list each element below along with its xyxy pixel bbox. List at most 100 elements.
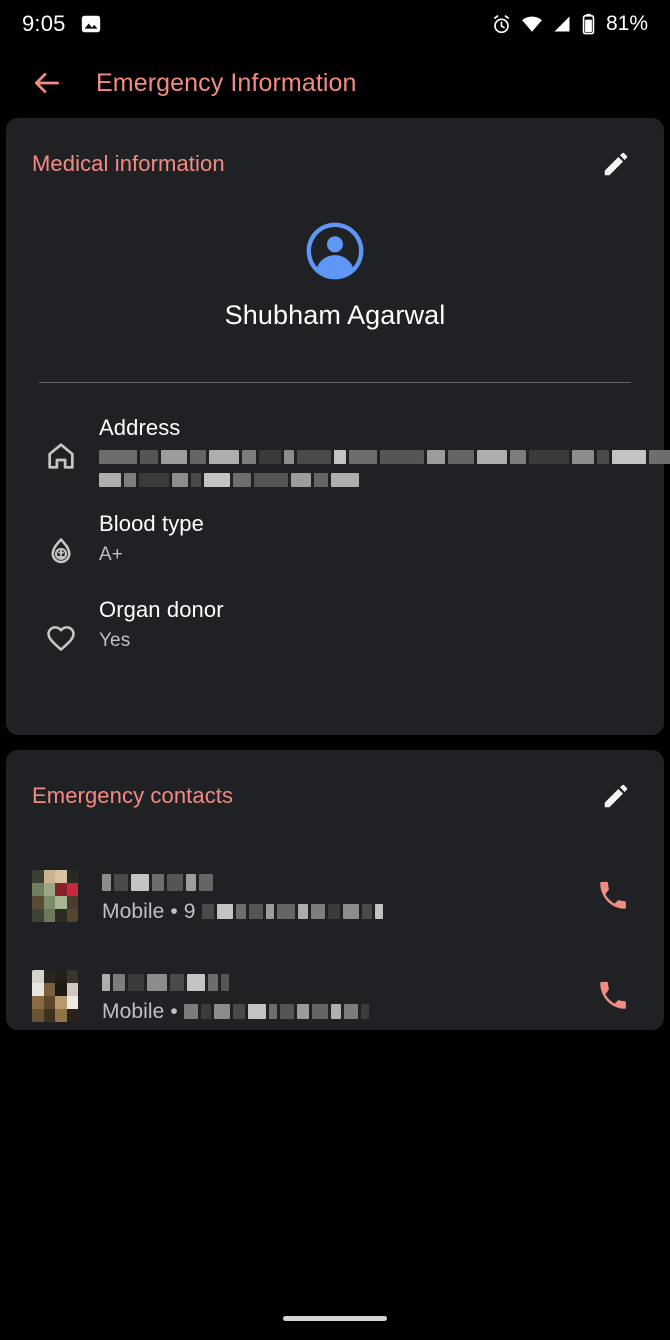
avatar-pixel — [43, 870, 55, 883]
redacted-block — [427, 450, 445, 464]
redacted-block — [311, 1004, 328, 1019]
avatar-pixel — [66, 883, 78, 896]
redacted-block — [99, 473, 121, 487]
redacted-block — [448, 450, 474, 464]
app-bar: Emergency Information — [0, 48, 670, 118]
redacted-block — [208, 973, 218, 991]
avatar-pixel — [32, 996, 44, 1009]
info-row-organ-donor[interactable]: Organ donor Yes — [6, 587, 664, 673]
emergency-contacts-card: Emergency contacts Mobile • 9 Mobile • — [6, 750, 664, 1030]
redacted-block — [247, 1004, 266, 1019]
redacted-block — [199, 873, 213, 891]
contact-subtitle-label: Mobile • — [102, 999, 178, 1023]
phone-icon — [596, 879, 630, 913]
avatar-pixel — [55, 909, 67, 922]
redacted-block — [131, 873, 149, 891]
redacted-block — [216, 904, 233, 919]
wifi-icon — [521, 13, 543, 35]
medical-information-card: Medical information Shubham Agarwal Addr… — [6, 118, 670, 735]
contact-avatar — [32, 870, 78, 922]
status-bar-right: 81% — [491, 12, 648, 36]
info-row-organ-donor-body: Organ donor Yes — [90, 597, 638, 652]
redacted-block — [297, 904, 308, 919]
avatar-pixel — [43, 970, 55, 983]
redacted-block — [204, 473, 230, 487]
redacted-block — [191, 473, 201, 487]
avatar — [304, 220, 366, 282]
status-clock: 9:05 — [22, 11, 66, 36]
redacted-block — [361, 904, 372, 919]
avatar-pixel — [66, 996, 78, 1009]
redacted-block — [209, 450, 239, 464]
avatar-pixel — [55, 996, 67, 1009]
back-button[interactable] — [24, 60, 70, 106]
info-row-blood-type[interactable]: Blood type A+ — [6, 501, 664, 587]
avatar-pixel — [32, 1009, 44, 1022]
redacted-block — [296, 1004, 309, 1019]
edit-emergency-contacts-button[interactable] — [594, 774, 638, 818]
redacted-block — [242, 450, 256, 464]
edit-medical-information-button[interactable] — [594, 142, 638, 186]
redacted-block — [235, 904, 246, 919]
system-navigation-bar — [0, 1296, 670, 1340]
redacted-block — [233, 473, 251, 487]
call-contact-button[interactable] — [588, 971, 638, 1021]
page-title: Emergency Information — [96, 68, 357, 97]
redacted-text-line — [99, 473, 670, 487]
redacted-block — [183, 1004, 198, 1019]
info-row-blood-type-value: A+ — [99, 544, 123, 565]
status-bar-left: 9:05 — [22, 11, 102, 37]
battery-icon — [581, 13, 596, 35]
redacted-block — [102, 973, 110, 991]
redacted-block — [102, 873, 111, 891]
medical-card-header: Medical information — [6, 118, 664, 210]
contact-row[interactable]: Mobile • 9 — [6, 846, 664, 946]
redacted-block — [360, 1004, 369, 1019]
redacted-block — [380, 450, 424, 464]
redacted-text-line — [99, 450, 670, 464]
redacted-block — [327, 904, 340, 919]
redacted-block — [128, 973, 144, 991]
phone-screen: 9:05 81% Emergency Information Medical i… — [0, 0, 670, 1340]
home-icon — [32, 415, 90, 473]
back-arrow-icon — [31, 67, 63, 99]
info-row-blood-type-body: Blood type A+ — [90, 511, 638, 566]
info-row-organ-donor-label: Organ donor — [99, 597, 224, 622]
redacted-block — [161, 450, 187, 464]
home-indicator[interactable] — [283, 1315, 387, 1321]
avatar-pixel — [32, 909, 44, 922]
avatar-pixel — [55, 983, 67, 996]
phone-icon — [596, 979, 630, 1013]
redacted-block — [291, 473, 311, 487]
info-row-address-label: Address — [99, 415, 181, 440]
avatar-pixel — [32, 983, 44, 996]
redacted-block — [572, 450, 594, 464]
alarm-icon — [491, 14, 512, 35]
contact-row[interactable]: Mobile • — [6, 946, 664, 1046]
info-row-address-body: Address — [90, 415, 670, 487]
avatar-pixel — [55, 1009, 67, 1022]
redacted-block — [147, 973, 167, 991]
avatar-pixel — [66, 970, 78, 983]
redacted-block — [331, 473, 359, 487]
redacted-block — [254, 473, 288, 487]
redacted-block — [276, 904, 295, 919]
redacted-block — [232, 1004, 245, 1019]
redacted-block — [529, 450, 569, 464]
status-bar: 9:05 81% — [0, 0, 670, 48]
avatar-pixel — [43, 983, 55, 996]
redacted-block — [259, 450, 281, 464]
avatar-pixel — [66, 896, 78, 909]
info-row-address[interactable]: Address — [6, 405, 670, 501]
contacts-card-title: Emergency contacts — [32, 783, 234, 808]
profile-name: Shubham Agarwal — [224, 300, 446, 330]
avatar-pixel — [32, 896, 44, 909]
pencil-edit-icon — [601, 781, 631, 811]
redacted-block — [265, 904, 274, 919]
redacted-block — [167, 873, 183, 891]
avatar-pixel — [66, 1009, 78, 1022]
redacted-block — [284, 450, 294, 464]
call-contact-button[interactable] — [588, 871, 638, 921]
cellular-signal-icon — [552, 14, 572, 34]
redacted-block — [649, 450, 670, 464]
